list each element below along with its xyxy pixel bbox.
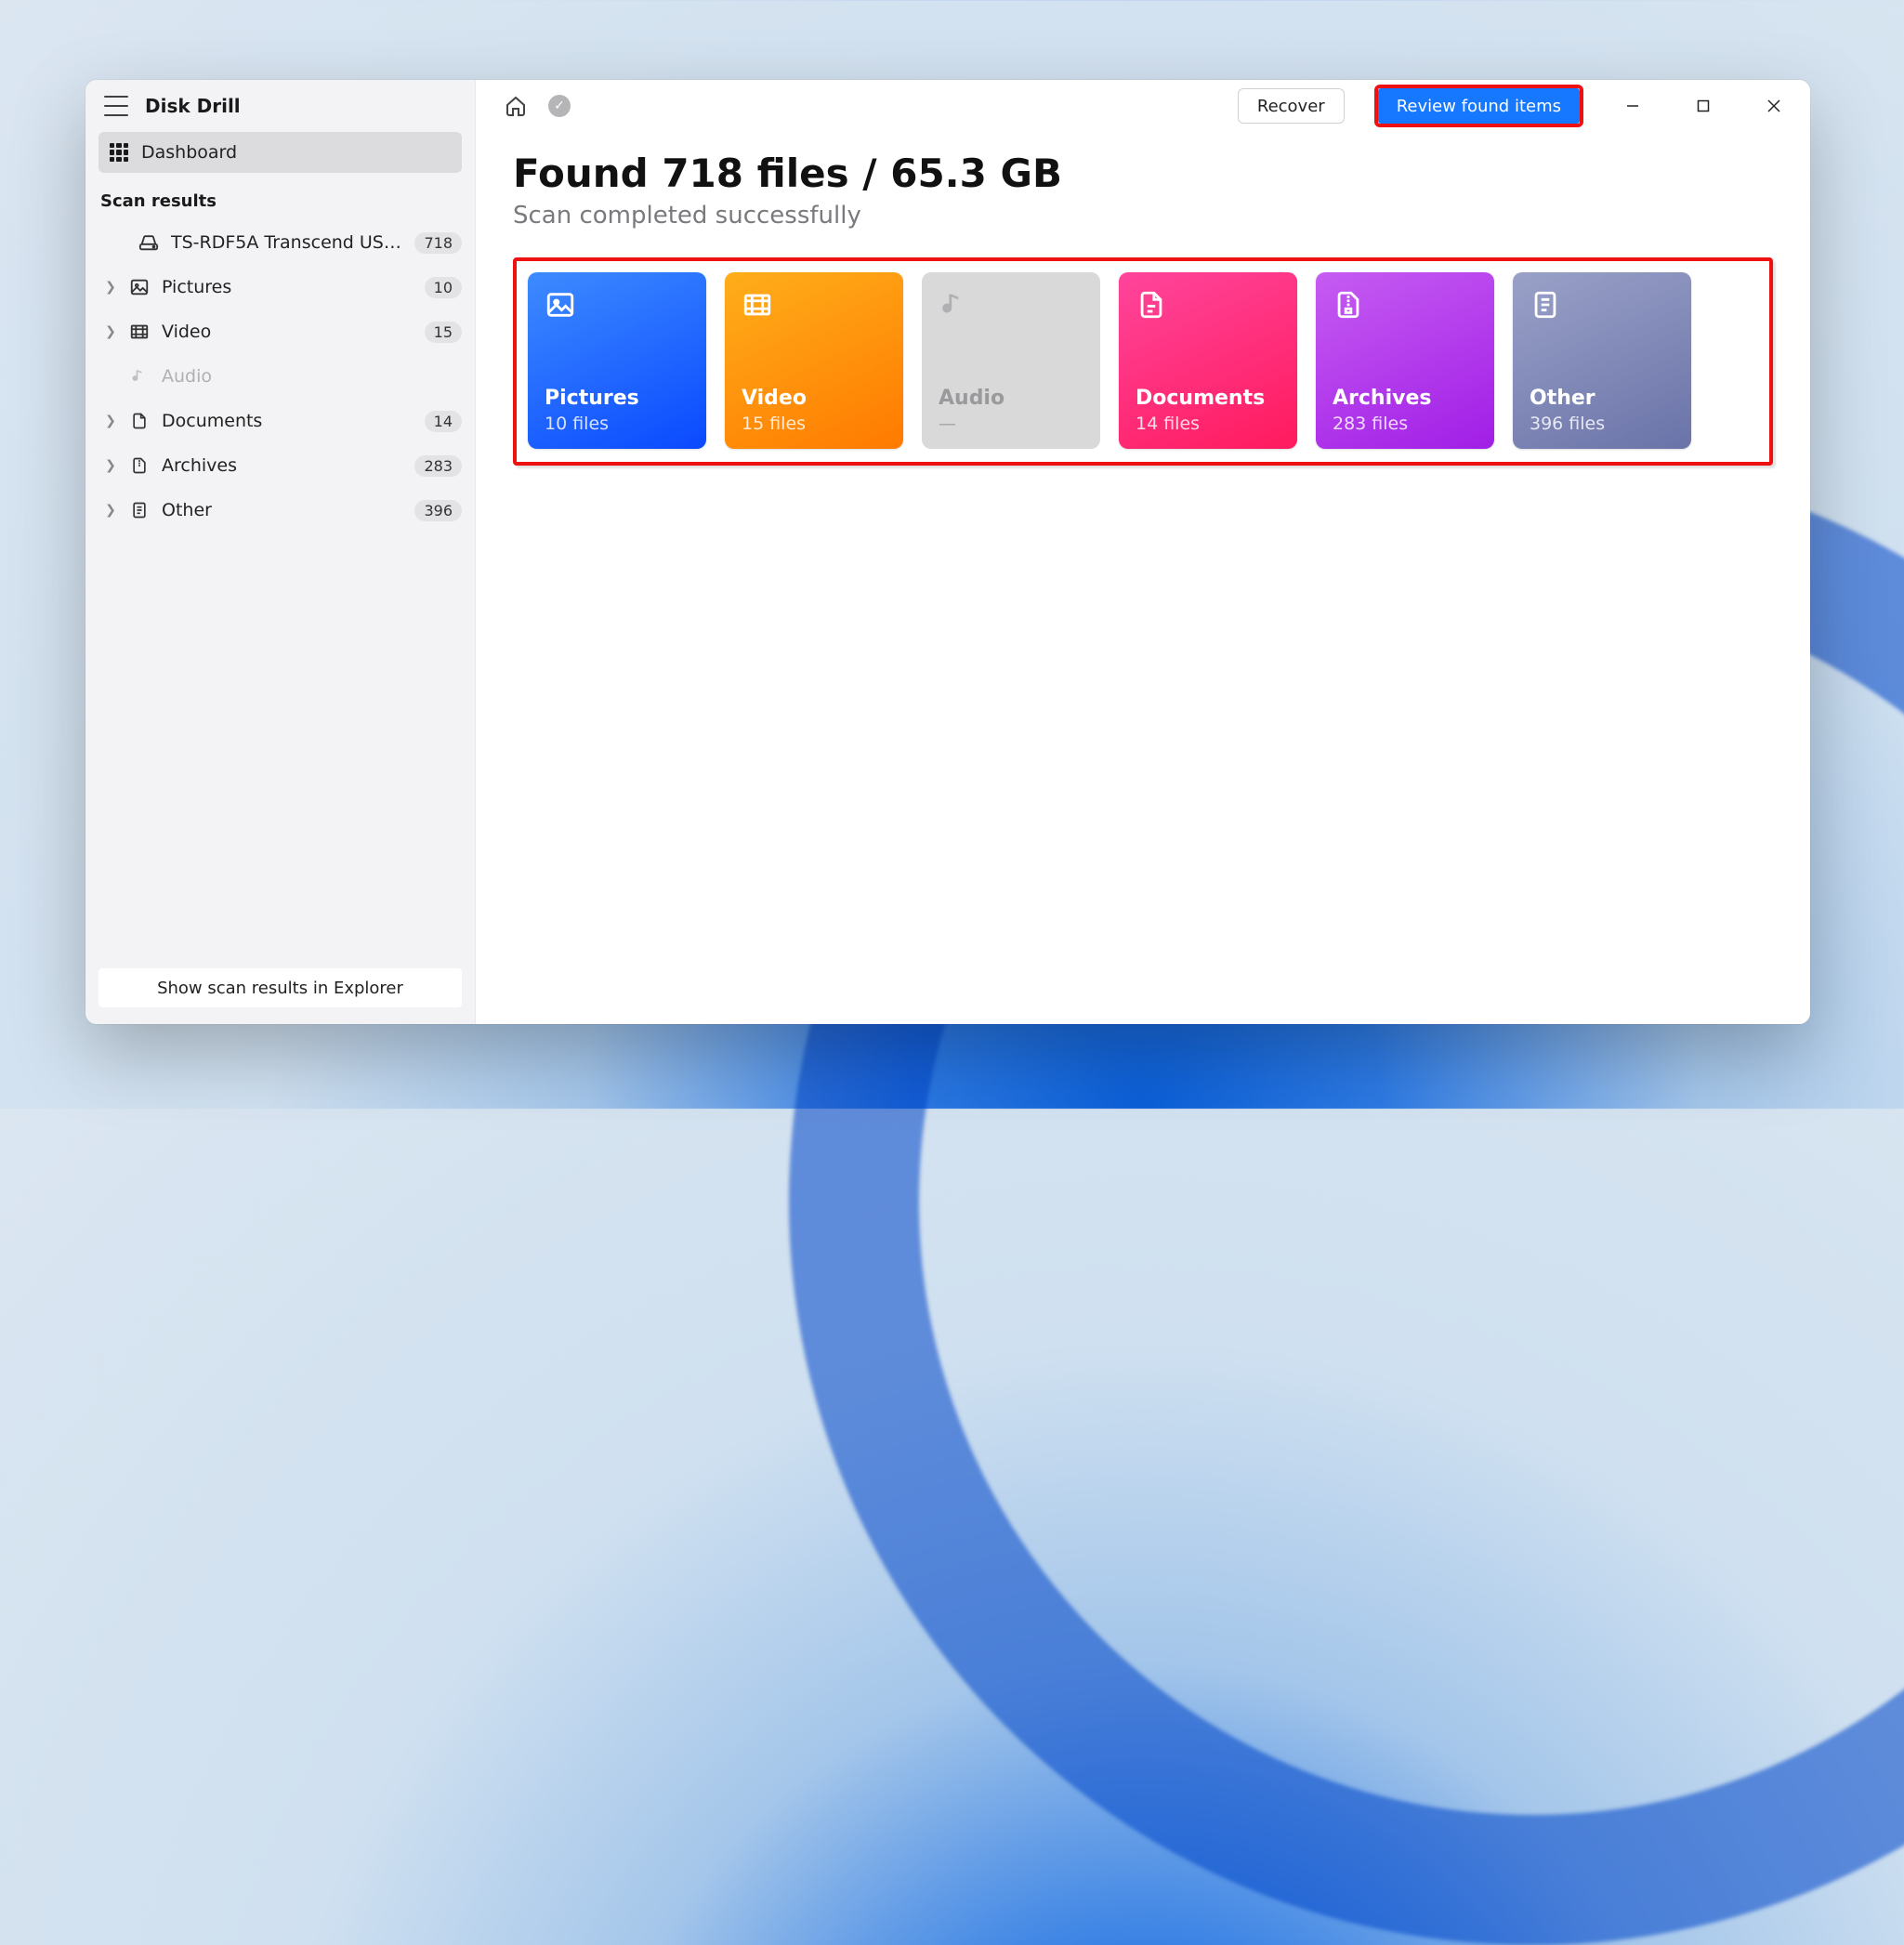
- card-sub: 396 files: [1530, 414, 1674, 434]
- card-title: Audio: [939, 387, 1083, 410]
- music-icon: [128, 367, 151, 386]
- count-badge: 10: [425, 277, 462, 298]
- results-headline: Found 718 files / 65.3 GB: [513, 151, 1773, 196]
- card-audio[interactable]: Audio —: [922, 272, 1100, 449]
- chevron-right-icon: ❯: [104, 414, 117, 428]
- sidebar-item-audio[interactable]: Audio: [85, 354, 475, 399]
- archive-icon: [1333, 289, 1477, 330]
- category-cards-highlight: Pictures 10 files Video 15 files Audio —…: [513, 257, 1773, 466]
- app-window: Disk Drill Dashboard Scan results TS-RDF…: [85, 80, 1810, 1024]
- card-sub: 14 files: [1136, 414, 1280, 434]
- sidebar-item-label: Audio: [162, 366, 462, 387]
- window-close-icon[interactable]: [1753, 88, 1795, 124]
- sidebar-item-label: Video: [162, 322, 414, 342]
- count-badge: 396: [414, 500, 462, 521]
- window-maximize-icon[interactable]: [1682, 88, 1725, 124]
- menu-icon[interactable]: [104, 96, 128, 116]
- review-found-items-button[interactable]: Review found items: [1378, 88, 1580, 124]
- sidebar-item-documents[interactable]: ❯ Documents 14: [85, 399, 475, 443]
- dashboard-icon: [110, 143, 128, 162]
- sidebar-item-label: Dashboard: [141, 142, 237, 163]
- sheet-icon: [128, 500, 151, 520]
- home-icon[interactable]: [504, 94, 528, 118]
- count-badge: 718: [414, 232, 462, 254]
- sidebar-item-label: Other: [162, 500, 403, 520]
- card-sub: 283 files: [1333, 414, 1477, 434]
- disk-icon: [138, 232, 160, 253]
- sidebar-section-label: Scan results: [85, 173, 475, 220]
- device-label: TS-RDF5A Transcend US…: [171, 232, 403, 253]
- file-icon: [128, 411, 151, 431]
- card-other[interactable]: Other 396 files: [1513, 272, 1691, 449]
- chevron-right-icon: ❯: [104, 458, 117, 473]
- window-minimize-icon[interactable]: [1611, 88, 1654, 124]
- sidebar-item-label: Documents: [162, 411, 414, 431]
- image-icon: [545, 289, 689, 330]
- sidebar-item-video[interactable]: ❯ Video 15: [85, 309, 475, 354]
- count-badge: 15: [425, 322, 462, 343]
- card-video[interactable]: Video 15 files: [725, 272, 903, 449]
- sidebar: Disk Drill Dashboard Scan results TS-RDF…: [85, 80, 476, 1024]
- card-sub: 15 files: [742, 414, 886, 434]
- card-sub: 10 files: [545, 414, 689, 434]
- header: ✓ Recover Review found items: [476, 80, 1810, 132]
- chevron-right-icon: ❯: [104, 503, 117, 518]
- card-title: Documents: [1136, 387, 1280, 410]
- count-badge: 14: [425, 411, 462, 432]
- music-icon: [939, 289, 1083, 330]
- count-badge: 283: [414, 455, 462, 477]
- card-title: Other: [1530, 387, 1674, 410]
- image-icon: [128, 277, 151, 297]
- sidebar-item-dashboard[interactable]: Dashboard: [98, 132, 462, 173]
- main-panel: ✓ Recover Review found items Found 718 f…: [476, 80, 1810, 1024]
- card-title: Video: [742, 387, 886, 410]
- highlight-review: Review found items: [1374, 85, 1583, 127]
- recover-button[interactable]: Recover: [1238, 88, 1345, 124]
- card-title: Pictures: [545, 387, 689, 410]
- file-icon: [1136, 289, 1280, 330]
- sidebar-item-archives[interactable]: ❯ Archives 283: [85, 443, 475, 488]
- video-icon: [742, 289, 886, 330]
- results-subhead: Scan completed successfully: [513, 202, 1773, 230]
- card-title: Archives: [1333, 387, 1477, 410]
- card-pictures[interactable]: Pictures 10 files: [528, 272, 706, 449]
- sidebar-item-pictures[interactable]: ❯ Pictures 10: [85, 265, 475, 309]
- sidebar-device[interactable]: TS-RDF5A Transcend US… 718: [85, 220, 475, 265]
- app-title: Disk Drill: [145, 95, 241, 117]
- card-sub: —: [939, 414, 1083, 434]
- chevron-right-icon: ❯: [104, 324, 117, 339]
- sidebar-item-label: Pictures: [162, 277, 414, 297]
- archive-icon: [128, 455, 151, 476]
- card-archives[interactable]: Archives 283 files: [1316, 272, 1494, 449]
- sheet-icon: [1530, 289, 1674, 330]
- chevron-right-icon: ❯: [104, 280, 117, 295]
- sidebar-item-label: Archives: [162, 455, 403, 476]
- card-documents[interactable]: Documents 14 files: [1119, 272, 1297, 449]
- sidebar-item-other[interactable]: ❯ Other 396: [85, 488, 475, 532]
- show-in-explorer-button[interactable]: Show scan results in Explorer: [98, 968, 462, 1007]
- status-check-icon: ✓: [548, 95, 571, 117]
- video-icon: [128, 322, 151, 342]
